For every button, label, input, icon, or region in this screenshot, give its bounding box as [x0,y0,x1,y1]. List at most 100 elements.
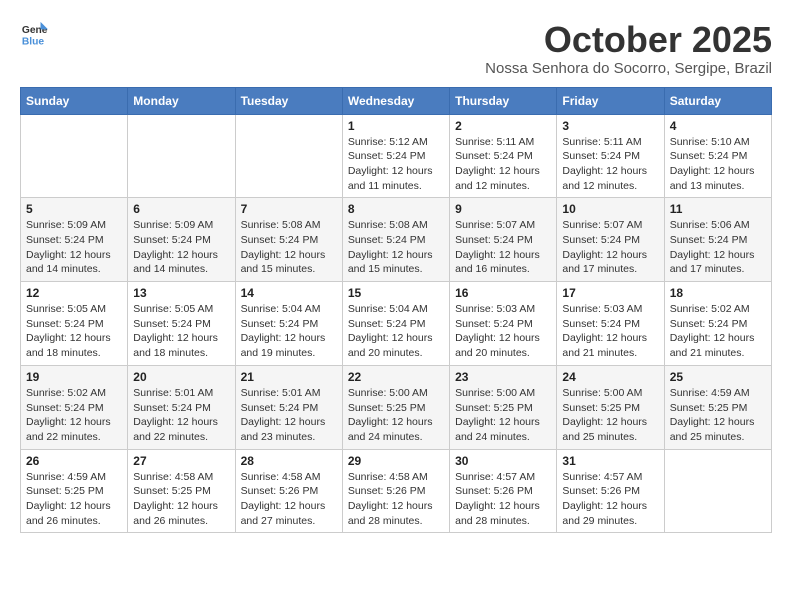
day-info: Sunrise: 4:59 AMSunset: 5:25 PMDaylight:… [670,386,766,445]
day-number: 23 [455,370,551,384]
week-row-1: 1 Sunrise: 5:12 AMSunset: 5:24 PMDaylight… [21,114,772,198]
page-header: General Blue October 2025 Nossa Senhora … [20,20,772,77]
calendar-cell: 13 Sunrise: 5:05 AMSunset: 5:24 PMDayligh… [128,282,235,366]
day-info: Sunrise: 5:07 AMSunset: 5:24 PMDaylight:… [455,218,551,277]
day-info: Sunrise: 5:01 AMSunset: 5:24 PMDaylight:… [241,386,337,445]
title-area: October 2025 Nossa Senhora do Socorro, S… [485,20,772,77]
day-info: Sunrise: 5:11 AMSunset: 5:24 PMDaylight:… [455,135,551,194]
day-info: Sunrise: 4:58 AMSunset: 5:26 PMDaylight:… [348,470,444,529]
calendar-cell: 26 Sunrise: 4:59 AMSunset: 5:25 PMDayligh… [21,449,128,533]
week-row-3: 12 Sunrise: 5:05 AMSunset: 5:24 PMDayligh… [21,282,772,366]
day-info: Sunrise: 5:08 AMSunset: 5:24 PMDaylight:… [348,218,444,277]
day-number: 21 [241,370,337,384]
day-info: Sunrise: 5:03 AMSunset: 5:24 PMDaylight:… [455,302,551,361]
day-number: 4 [670,119,766,133]
calendar-cell: 28 Sunrise: 4:58 AMSunset: 5:26 PMDayligh… [235,449,342,533]
day-info: Sunrise: 5:09 AMSunset: 5:24 PMDaylight:… [26,218,122,277]
calendar-cell: 31 Sunrise: 4:57 AMSunset: 5:26 PMDayligh… [557,449,664,533]
calendar-cell [128,114,235,198]
day-number: 14 [241,286,337,300]
day-number: 25 [670,370,766,384]
calendar-cell: 12 Sunrise: 5:05 AMSunset: 5:24 PMDayligh… [21,282,128,366]
day-number: 19 [26,370,122,384]
day-info: Sunrise: 5:12 AMSunset: 5:24 PMDaylight:… [348,135,444,194]
day-info: Sunrise: 5:10 AMSunset: 5:24 PMDaylight:… [670,135,766,194]
day-number: 13 [133,286,229,300]
day-number: 2 [455,119,551,133]
calendar-cell: 25 Sunrise: 4:59 AMSunset: 5:25 PMDayligh… [664,365,771,449]
day-info: Sunrise: 5:09 AMSunset: 5:24 PMDaylight:… [133,218,229,277]
day-number: 26 [26,454,122,468]
calendar-cell: 27Sunrise: 4:58 AMSunset: 5:25 PMDayligh… [128,449,235,533]
calendar-cell [21,114,128,198]
day-number: 22 [348,370,444,384]
calendar-cell: 23Sunrise: 5:00 AMSunset: 5:25 PMDayligh… [450,365,557,449]
day-info: Sunrise: 5:05 AMSunset: 5:24 PMDaylight:… [133,302,229,361]
day-number: 16 [455,286,551,300]
weekday-header-sunday: Sunday [21,87,128,114]
calendar-cell: 21 Sunrise: 5:01 AMSunset: 5:24 PMDayligh… [235,365,342,449]
day-number: 8 [348,202,444,216]
weekday-header-monday: Monday [128,87,235,114]
day-number: 6 [133,202,229,216]
weekday-header-row: SundayMondayTuesdayWednesdayThursdayFrid… [21,87,772,114]
day-number: 15 [348,286,444,300]
weekday-header-wednesday: Wednesday [342,87,449,114]
calendar-cell: 4 Sunrise: 5:10 AMSunset: 5:24 PMDaylight… [664,114,771,198]
calendar-cell: 19Sunrise: 5:02 AMSunset: 5:24 PMDayligh… [21,365,128,449]
day-info: Sunrise: 4:58 AMSunset: 5:26 PMDaylight:… [241,470,337,529]
day-number: 10 [562,202,658,216]
day-info: Sunrise: 4:57 AMSunset: 5:26 PMDaylight:… [562,470,658,529]
day-info: Sunrise: 4:58 AMSunset: 5:25 PMDaylight:… [133,470,229,529]
calendar-cell: 22 Sunrise: 5:00 AMSunset: 5:25 PMDayligh… [342,365,449,449]
day-number: 18 [670,286,766,300]
day-number: 9 [455,202,551,216]
calendar-cell: 2 Sunrise: 5:11 AMSunset: 5:24 PMDaylight… [450,114,557,198]
day-number: 31 [562,454,658,468]
calendar-cell [664,449,771,533]
logo: General Blue [20,20,48,48]
week-row-5: 26 Sunrise: 4:59 AMSunset: 5:25 PMDayligh… [21,449,772,533]
calendar-cell: 24Sunrise: 5:00 AMSunset: 5:25 PMDayligh… [557,365,664,449]
day-info: Sunrise: 5:01 AMSunset: 5:24 PMDaylight:… [133,386,229,445]
day-number: 30 [455,454,551,468]
day-info: Sunrise: 5:08 AMSunset: 5:24 PMDaylight:… [241,218,337,277]
calendar-cell: 29 Sunrise: 4:58 AMSunset: 5:26 PMDayligh… [342,449,449,533]
day-info: Sunrise: 5:11 AMSunset: 5:24 PMDaylight:… [562,135,658,194]
calendar-cell: 8 Sunrise: 5:08 AMSunset: 5:24 PMDaylight… [342,198,449,282]
day-info: Sunrise: 5:05 AMSunset: 5:24 PMDaylight:… [26,302,122,361]
month-title: October 2025 [485,20,772,60]
location-subtitle: Nossa Senhora do Socorro, Sergipe, Brazi… [485,60,772,77]
day-info: Sunrise: 5:04 AMSunset: 5:24 PMDaylight:… [241,302,337,361]
calendar-cell: 6 Sunrise: 5:09 AMSunset: 5:24 PMDaylight… [128,198,235,282]
day-number: 29 [348,454,444,468]
day-info: Sunrise: 4:59 AMSunset: 5:25 PMDaylight:… [26,470,122,529]
day-number: 11 [670,202,766,216]
calendar-table: SundayMondayTuesdayWednesdayThursdayFrid… [20,87,772,534]
calendar-cell: 9 Sunrise: 5:07 AMSunset: 5:24 PMDaylight… [450,198,557,282]
calendar-cell: 11 Sunrise: 5:06 AMSunset: 5:24 PMDayligh… [664,198,771,282]
logo-icon: General Blue [20,20,48,48]
day-number: 28 [241,454,337,468]
calendar-cell: 20Sunrise: 5:01 AMSunset: 5:24 PMDayligh… [128,365,235,449]
day-info: Sunrise: 5:00 AMSunset: 5:25 PMDaylight:… [562,386,658,445]
calendar-cell: 30 Sunrise: 4:57 AMSunset: 5:26 PMDayligh… [450,449,557,533]
calendar-cell: 3 Sunrise: 5:11 AMSunset: 5:24 PMDaylight… [557,114,664,198]
week-row-4: 19Sunrise: 5:02 AMSunset: 5:24 PMDayligh… [21,365,772,449]
day-number: 3 [562,119,658,133]
svg-text:Blue: Blue [22,36,45,47]
calendar-cell: 1 Sunrise: 5:12 AMSunset: 5:24 PMDaylight… [342,114,449,198]
day-number: 12 [26,286,122,300]
calendar-cell: 10Sunrise: 5:07 AMSunset: 5:24 PMDayligh… [557,198,664,282]
day-info: Sunrise: 5:00 AMSunset: 5:25 PMDaylight:… [348,386,444,445]
day-info: Sunrise: 5:03 AMSunset: 5:24 PMDaylight:… [562,302,658,361]
calendar-cell: 18Sunrise: 5:02 AMSunset: 5:24 PMDayligh… [664,282,771,366]
week-row-2: 5Sunrise: 5:09 AMSunset: 5:24 PMDaylight… [21,198,772,282]
calendar-cell: 5Sunrise: 5:09 AMSunset: 5:24 PMDaylight… [21,198,128,282]
calendar-cell: 15Sunrise: 5:04 AMSunset: 5:24 PMDayligh… [342,282,449,366]
day-number: 1 [348,119,444,133]
calendar-cell: 14 Sunrise: 5:04 AMSunset: 5:24 PMDayligh… [235,282,342,366]
weekday-header-friday: Friday [557,87,664,114]
day-info: Sunrise: 4:57 AMSunset: 5:26 PMDaylight:… [455,470,551,529]
day-info: Sunrise: 5:06 AMSunset: 5:24 PMDaylight:… [670,218,766,277]
